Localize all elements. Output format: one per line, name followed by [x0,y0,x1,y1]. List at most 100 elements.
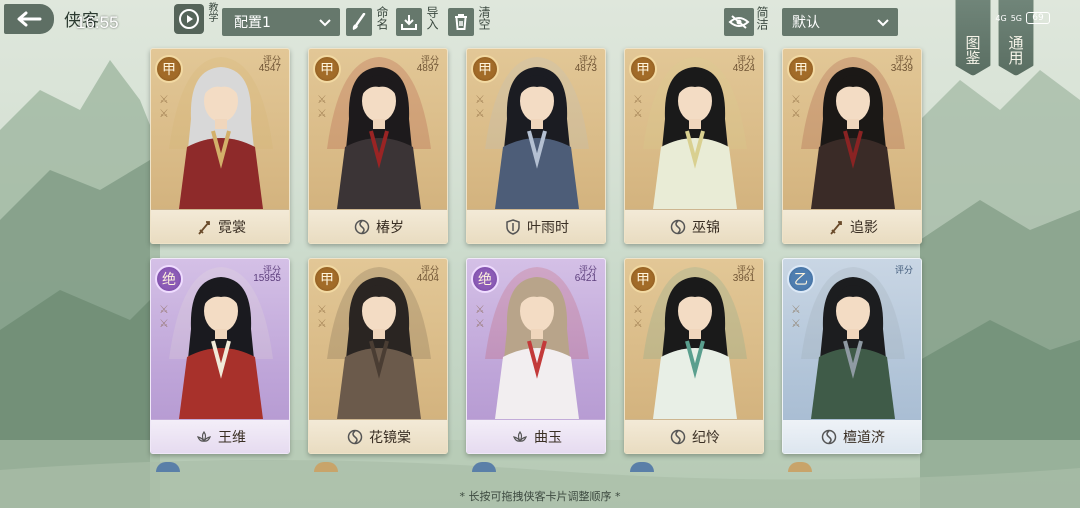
swirl-icon [821,429,837,445]
play-icon [179,9,199,29]
sort-dropdown[interactable]: 默认 [782,8,898,36]
score-label: 评分 [894,266,913,276]
card-decoration: ⚔ ⚔ [791,303,801,330]
sword-icon [828,219,844,235]
name-bar: 纪怜 [625,419,763,453]
character-name: 纪怜 [692,429,720,446]
back-button[interactable] [4,4,54,34]
network-4g: 4G [995,13,1007,23]
name-bar: 檀道济 [783,419,921,453]
rename-label: 命名 [375,6,389,30]
card-decoration: ⚔ ⚔ [317,303,327,330]
character-name: 曲玉 [534,429,562,446]
tutorial-label: 教学 [206,2,217,22]
character-card[interactable]: 甲 ⚔ ⚔ 评分 4873 叶雨时 [466,48,606,244]
character-name: 巫锦 [692,219,720,236]
codex-tab[interactable]: 图鉴 [955,0,991,76]
battery-level: 69 [1032,13,1044,23]
name-bar: 叶雨时 [467,209,605,243]
rename-button[interactable] [346,8,372,36]
simple-mode-toggle[interactable] [724,8,754,36]
character-name: 追影 [850,219,878,236]
grade-badge: 甲 [629,55,657,83]
trash-icon [455,14,467,30]
character-card[interactable]: 绝 ⚔ ⚔ 评分 15955 王维 [150,258,290,454]
character-card[interactable]: 甲 ⚔ ⚔ 评分 3961 纪怜 [624,258,764,454]
card-decoration: ⚔ ⚔ [633,303,643,330]
import-label: 导入 [425,6,439,30]
name-bar: 霓裳 [151,209,289,243]
score-value: 4404 [416,273,439,284]
grade-text: 绝 [162,272,176,288]
grade-text: 甲 [794,62,808,78]
tutorial-button[interactable] [174,4,204,34]
grade-text: 甲 [320,62,334,78]
chevron-down-icon [319,19,331,27]
clear-button[interactable] [448,8,474,36]
character-card[interactable]: 乙 ⚔ ⚔ 评分檀道济 [782,258,922,454]
grade-badge: 甲 [155,55,183,83]
sort-value: 默认 [792,15,820,31]
character-name: 花镜棠 [369,429,411,446]
eye-off-icon [728,15,750,29]
grade-badge: 甲 [471,55,499,83]
codex-tab-label: 图鉴 [963,35,982,65]
lotus-icon [512,429,528,445]
score-value: 6421 [574,273,597,284]
shield-icon [505,218,521,235]
character-card[interactable]: 甲 ⚔ ⚔ 评分 3439 追影 [782,48,922,244]
character-card[interactable]: 甲 ⚔ ⚔ 评分 4547 霓裳 [150,48,290,244]
grade-text: 甲 [162,62,176,78]
simple-mode-label: 简洁 [755,6,769,30]
name-bar: 追影 [783,209,921,243]
swirl-icon [670,219,686,235]
import-button[interactable] [396,8,422,36]
character-name: 檀道济 [843,429,885,446]
name-bar: 花镜棠 [309,419,447,453]
name-bar: 巫锦 [625,209,763,243]
grade-text: 甲 [320,272,334,288]
grade-badge: 甲 [313,55,341,83]
grade-badge: 乙 [787,265,815,293]
character-name: 王维 [218,429,246,446]
chevron-down-icon [877,19,889,27]
name-bar: 曲玉 [467,419,605,453]
preset-value: 配置1 [234,15,271,31]
status-icons: 4G 5G 69 [995,12,1050,24]
top-bar: 侠客 16:55 教学 配置1 命名 导入 清空 简洁 默认 图鉴 通用 4G … [0,0,1080,76]
character-name: 椿岁 [376,219,404,236]
card-decoration: ⚔ ⚔ [159,93,169,120]
character-card[interactable]: 绝 ⚔ ⚔ 评分 6421 曲玉 [466,258,606,454]
network-5g: 5G [1010,13,1022,23]
grade-text: 甲 [636,62,650,78]
grade-badge: 绝 [471,265,499,293]
general-tab-label: 通用 [1006,35,1025,65]
preset-dropdown[interactable]: 配置1 [222,8,340,36]
card-decoration: ⚔ ⚔ [475,303,485,330]
score-value: 15955 [253,273,281,284]
grade-text: 绝 [478,272,492,288]
character-name: 霓裳 [218,219,246,236]
card-decoration: ⚔ ⚔ [317,93,327,120]
next-row-card-edge [150,462,290,472]
grade-text: 乙 [794,272,808,288]
character-card[interactable]: 甲 ⚔ ⚔ 评分 4897 椿岁 [308,48,448,244]
swirl-icon [354,219,370,235]
score-value: 4547 [258,63,281,74]
card-decoration: ⚔ ⚔ [475,93,485,120]
battery-indicator: 69 [1026,12,1050,24]
arrow-left-icon [17,11,42,27]
card-decoration: ⚔ ⚔ [633,93,643,120]
download-icon [401,15,417,30]
status-clock: 16:55 [76,13,119,32]
character-card[interactable]: 甲 ⚔ ⚔ 评分 4404 花镜棠 [308,258,448,454]
card-decoration: ⚔ ⚔ [159,303,169,330]
sword-icon [196,219,212,235]
next-row-card-edge [782,462,922,472]
next-row-card-edge [308,462,448,472]
grade-badge: 甲 [313,265,341,293]
clear-label: 清空 [477,6,491,30]
drag-hint: * 长按可拖拽侠客卡片调整顺序 * [459,490,621,503]
character-card[interactable]: 甲 ⚔ ⚔ 评分 4924 巫锦 [624,48,764,244]
name-bar: 王维 [151,419,289,453]
